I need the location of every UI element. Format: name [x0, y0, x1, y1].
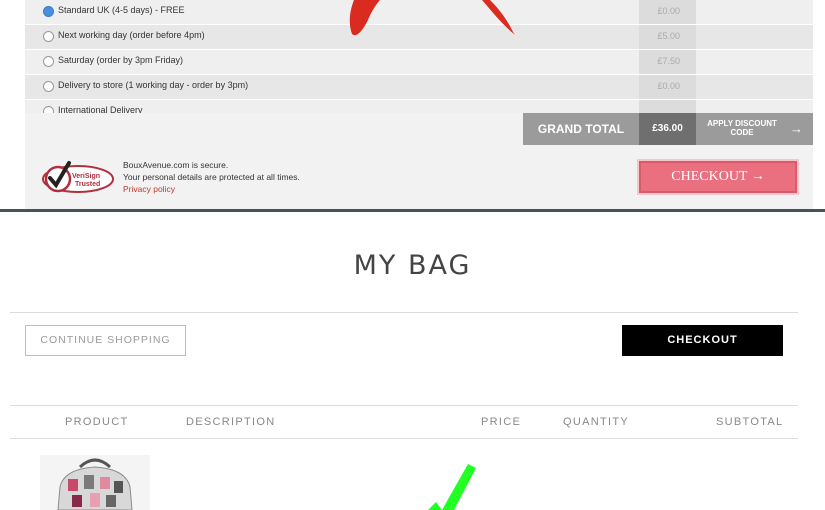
- apply-discount-button[interactable]: APPLY DISCOUNT CODE →: [696, 113, 813, 145]
- delivery-option-radio[interactable]: [43, 56, 54, 67]
- verisign-text: VeriSign: [72, 173, 100, 180]
- delivery-option-label: Next working day (order before 4pm): [58, 30, 205, 40]
- column-header-price: PRICE: [481, 416, 522, 428]
- delivery-option-price: £5.00: [657, 31, 680, 41]
- old-checkout-panel: Standard UK (4-5 days) - FREE £0.00 Next…: [0, 0, 825, 213]
- product-thumbnail[interactable]: [40, 455, 150, 510]
- column-header-subtotal: SUBTOTAL: [716, 416, 784, 428]
- delivery-option-price: £0.00: [657, 81, 680, 91]
- delivery-option-radio[interactable]: [43, 6, 54, 17]
- delivery-option-radio[interactable]: [43, 81, 54, 92]
- grand-total-value: £36.00: [639, 113, 696, 145]
- column-header-description: DESCRIPTION: [186, 416, 276, 428]
- delivery-option-label: Standard UK (4-5 days) - FREE: [58, 5, 185, 15]
- divider: [10, 405, 798, 406]
- secure-line: BouxAvenue.com is secure.: [123, 160, 229, 170]
- delivery-option-row[interactable]: Delivery to store (1 working day - order…: [25, 75, 813, 100]
- delivery-option-row[interactable]: Saturday (order by 3pm Friday) £7.50: [25, 50, 813, 75]
- delivery-option-label: Delivery to store (1 working day - order…: [58, 80, 249, 90]
- grand-total-label: GRAND TOTAL: [523, 113, 639, 145]
- checkout-button[interactable]: CHECKOUT: [622, 325, 783, 356]
- apply-discount-label: APPLY DISCOUNT CODE: [707, 119, 777, 137]
- check-mark-icon: [428, 464, 476, 510]
- panel-divider: [0, 209, 825, 212]
- grand-total-row: GRAND TOTAL £36.00 APPLY DISCOUNT CODE →: [25, 113, 813, 145]
- secure-line: Your personal details are protected at a…: [123, 172, 300, 182]
- security-notice: VeriSign Trusted BouxAvenue.com is secur…: [25, 145, 813, 210]
- page-title: MY BAG: [353, 250, 472, 281]
- delivery-option-label: Saturday (order by 3pm Friday): [58, 55, 184, 65]
- column-header-product: PRODUCT: [65, 416, 129, 428]
- privacy-policy-link[interactable]: Privacy policy: [123, 183, 300, 195]
- old-checkout-button[interactable]: CHECKOUT →: [639, 161, 797, 193]
- verisign-text: Trusted: [75, 181, 100, 188]
- cross-mark-icon: [349, 0, 515, 36]
- column-header-quantity: QUANTITY: [563, 416, 630, 428]
- verisign-badge-icon: VeriSign Trusted: [42, 161, 114, 193]
- delivery-option-price: £7.50: [657, 56, 680, 66]
- continue-shopping-button[interactable]: CONTINUE SHOPPING: [25, 325, 186, 356]
- divider: [10, 438, 798, 439]
- arrow-right-icon: →: [790, 121, 803, 136]
- secure-text: BouxAvenue.com is secure. Your personal …: [123, 159, 300, 195]
- delivery-option-radio[interactable]: [43, 31, 54, 42]
- divider: [10, 312, 798, 313]
- delivery-option-price: £0.00: [657, 6, 680, 16]
